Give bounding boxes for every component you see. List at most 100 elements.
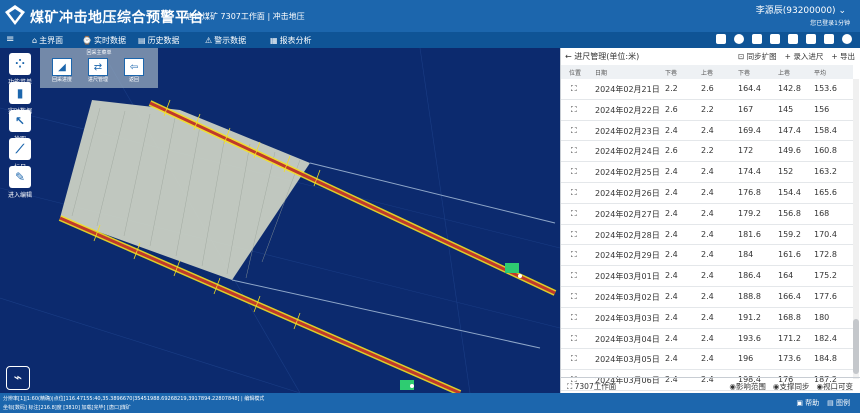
support-sync-toggle[interactable]: ◉支撑同步 [773,381,810,392]
advance-management-button[interactable]: ⇄ 进尺管理 [84,58,112,86]
user-menu[interactable]: 李源辰(93200000) ⌄ [756,3,846,16]
mine-map[interactable]: ⁘ 功能菜单 ▮ 实时数据 ↖ 拾取 ⟋ 标尺 ✎ 进入编辑 回采主菜单 ◢ 回… [0,48,560,393]
submenu-title: 回采主菜单 [86,50,112,56]
table-row[interactable]: ⛶ 2024年03月01日 2.4 2.4 186.4 164 175.2 [561,266,853,287]
cursor-icon: ↖ [9,110,31,132]
locate-icon[interactable]: ⛶ [571,167,577,177]
column-header[interactable]: 平均 [814,68,826,77]
session-info: 您已登录1分钟 [810,20,850,27]
panel-actions: ⊡ 同步扩图 + 录入进尺 + 导出 [738,51,855,62]
locate-icon[interactable]: ⛶ [571,146,577,156]
app-subtitle: 唐口煤矿 7307工作面 | 冲击地压 [186,12,305,21]
advance-table: ⛶ 2024年02月21日 2.2 2.6 164.4 142.8 153.6 ⛶ 2024年… [561,79,853,391]
home-icon: ⌂ [32,36,38,45]
table-row[interactable]: ⛶ 2024年02月23日 2.4 2.4 169.4 147.4 158.4 [561,121,853,142]
nav-item-realtime[interactable]: ⌚ 实时数据 [82,35,126,46]
mining-progress-button[interactable]: ◢ 回采进度 [48,58,76,86]
viewport-variable-toggle[interactable]: ◉视口可变 [816,381,853,392]
locate-icon[interactable]: ⛶ [571,209,577,219]
nav-toolbar [716,34,852,44]
table-row[interactable]: ⛶ 2024年02月25日 2.4 2.4 174.4 152 163.2 [561,162,853,183]
nav-label: 实时数据 [93,36,126,45]
list-icon[interactable] [788,34,798,44]
locate-icon[interactable]: ⛶ [571,313,577,323]
warning-icon: ⚠ [205,36,213,45]
locate-icon[interactable]: ⛶ [571,230,577,240]
power-icon[interactable] [842,34,852,44]
table-row[interactable]: ⛶ 2024年02月27日 2.4 2.4 179.2 156.8 168 [561,204,853,225]
return-icon: ⇦ [124,58,144,76]
locate-icon[interactable]: ⛶ [571,334,577,344]
report-icon: ▦ [270,36,278,45]
realtime-icon: ⌚ [82,36,92,45]
table-row[interactable]: ⛶ 2024年03月05日 2.4 2.4 196 173.6 184.8 [561,349,853,371]
table-row[interactable]: ⛶ 2024年02月22日 2.6 2.2 167 145 156 [561,100,853,121]
nav-label: 警示数据 [214,36,247,45]
table-row[interactable]: ⛶ 2024年03月04日 2.4 2.4 193.6 171.2 182.4 [561,329,853,350]
table-row[interactable]: ⛶ 2024年02月28日 2.4 2.4 181.6 159.2 170.4 [561,225,853,246]
nav-item-report[interactable]: ▦ 报表分析 [270,35,312,46]
document-icon[interactable] [770,34,780,44]
mine-map-canvas[interactable] [0,48,560,393]
enter-edit-button[interactable]: ✎ 进入编辑 [5,166,35,199]
influence-range-toggle[interactable]: ◉影响范围 [729,381,766,392]
ruler-icon: ⟋ [9,138,31,160]
status-actions: ▣ 帮助 ▤ 图例 [796,398,850,408]
lock-icon[interactable] [824,34,834,44]
return-button[interactable]: ⇦ 返回 [120,58,148,86]
column-header[interactable]: 下巷 [665,68,677,77]
scroll-thumb[interactable] [853,319,859,374]
help-button[interactable]: ▣ 帮助 [796,398,819,408]
column-header[interactable]: 日期 [595,68,607,77]
table-scrollbar[interactable] [853,79,859,379]
history-icon: ▤ [138,36,146,45]
footer-toggles: ◉影响范围 ◉支撑同步 ◉视口可变 [729,381,853,392]
locate-icon[interactable]: ⛶ [571,354,577,364]
locate-icon[interactable]: ⛶ [571,188,577,198]
screenshot-icon[interactable] [716,34,726,44]
locate-icon[interactable]: ⛶ [571,126,577,136]
table-row[interactable]: ⛶ 2024年02月26日 2.4 2.4 176.8 154.4 165.6 [561,183,853,204]
workface-label: ⛶ 7307工作面 [567,382,617,391]
sync-map-button[interactable]: ⊡ 同步扩图 [738,51,777,62]
user-name: 李源辰(93200000) [755,6,836,16]
nav-item-warning[interactable]: ⚠ 警示数据 [205,35,246,46]
advance-management-panel: ← 进尺管理(单位:米) ⊡ 同步扩图 + 录入进尺 + 导出 位置 日期 下巷… [560,48,860,393]
status-bar: 分辨率[1]|1:60(精确)|点位[116.47155:40,35.38966… [0,393,860,413]
status-info: 坐标[数码] 标注[216.8]度 [3810] 加载[完毕] [唐口]煤矿 [3,405,131,411]
locate-icon[interactable]: ⛶ [571,271,577,281]
table-header: 位置 日期 下巷 上巷 下巷 上巷 平均 [561,65,853,79]
table-row[interactable]: ⛶ 2024年02月29日 2.4 2.4 184 161.6 172.8 [561,245,853,267]
nav-label: 历史数据 [147,36,180,45]
shuffle-icon: ⇄ [88,58,108,76]
locate-icon[interactable]: ⛶ [571,292,577,302]
column-header[interactable]: 上巷 [778,68,790,77]
app-title: 煤矿冲击地压综合预警平台 [30,10,204,26]
table-row[interactable]: ⛶ 2024年03月02日 2.4 2.4 188.8 166.4 177.6 [561,287,853,308]
nav-item-home[interactable]: ⌂ 主界面 [32,35,63,46]
column-header[interactable]: 上巷 [701,68,713,77]
globe-icon[interactable] [734,34,744,44]
export-button[interactable]: + 导出 [831,51,855,62]
folder-icon[interactable] [752,34,762,44]
table-row[interactable]: ⛶ 2024年02月24日 2.6 2.2 172 149.6 160.8 [561,141,853,163]
locate-icon[interactable]: ⛶ [571,250,577,260]
menu-icon[interactable]: ≡ [6,35,14,45]
nav-label: 主界面 [39,36,64,45]
locate-icon[interactable]: ⛶ [571,105,577,115]
table-row[interactable]: ⛶ 2024年03月03日 2.4 2.4 191.2 168.8 180 [561,308,853,329]
add-advance-button[interactable]: + 录入进尺 [785,51,824,62]
nav-item-history[interactable]: ▤ 历史数据 [138,35,180,46]
locate-icon[interactable]: ⛶ [571,84,577,94]
mining-submenu: 回采主菜单 ◢ 回采进度 ⇄ 进尺管理 ⇦ 返回 [40,48,158,88]
bell-icon[interactable] [806,34,816,44]
table-row[interactable]: ⛶ 2024年02月21日 2.2 2.6 164.4 142.8 153.6 [561,79,853,100]
back-arrow-icon[interactable]: ← [565,52,574,61]
platform-logo-icon [5,5,25,25]
column-header[interactable]: 位置 [569,68,581,77]
layer-toggle-button[interactable]: ⌁ [6,366,30,390]
pencil-icon: ✎ [9,166,31,188]
legend-button[interactable]: ▤ 图例 [827,398,850,408]
column-header[interactable]: 下巷 [738,68,750,77]
layers-icon: ⌁ [13,370,23,386]
